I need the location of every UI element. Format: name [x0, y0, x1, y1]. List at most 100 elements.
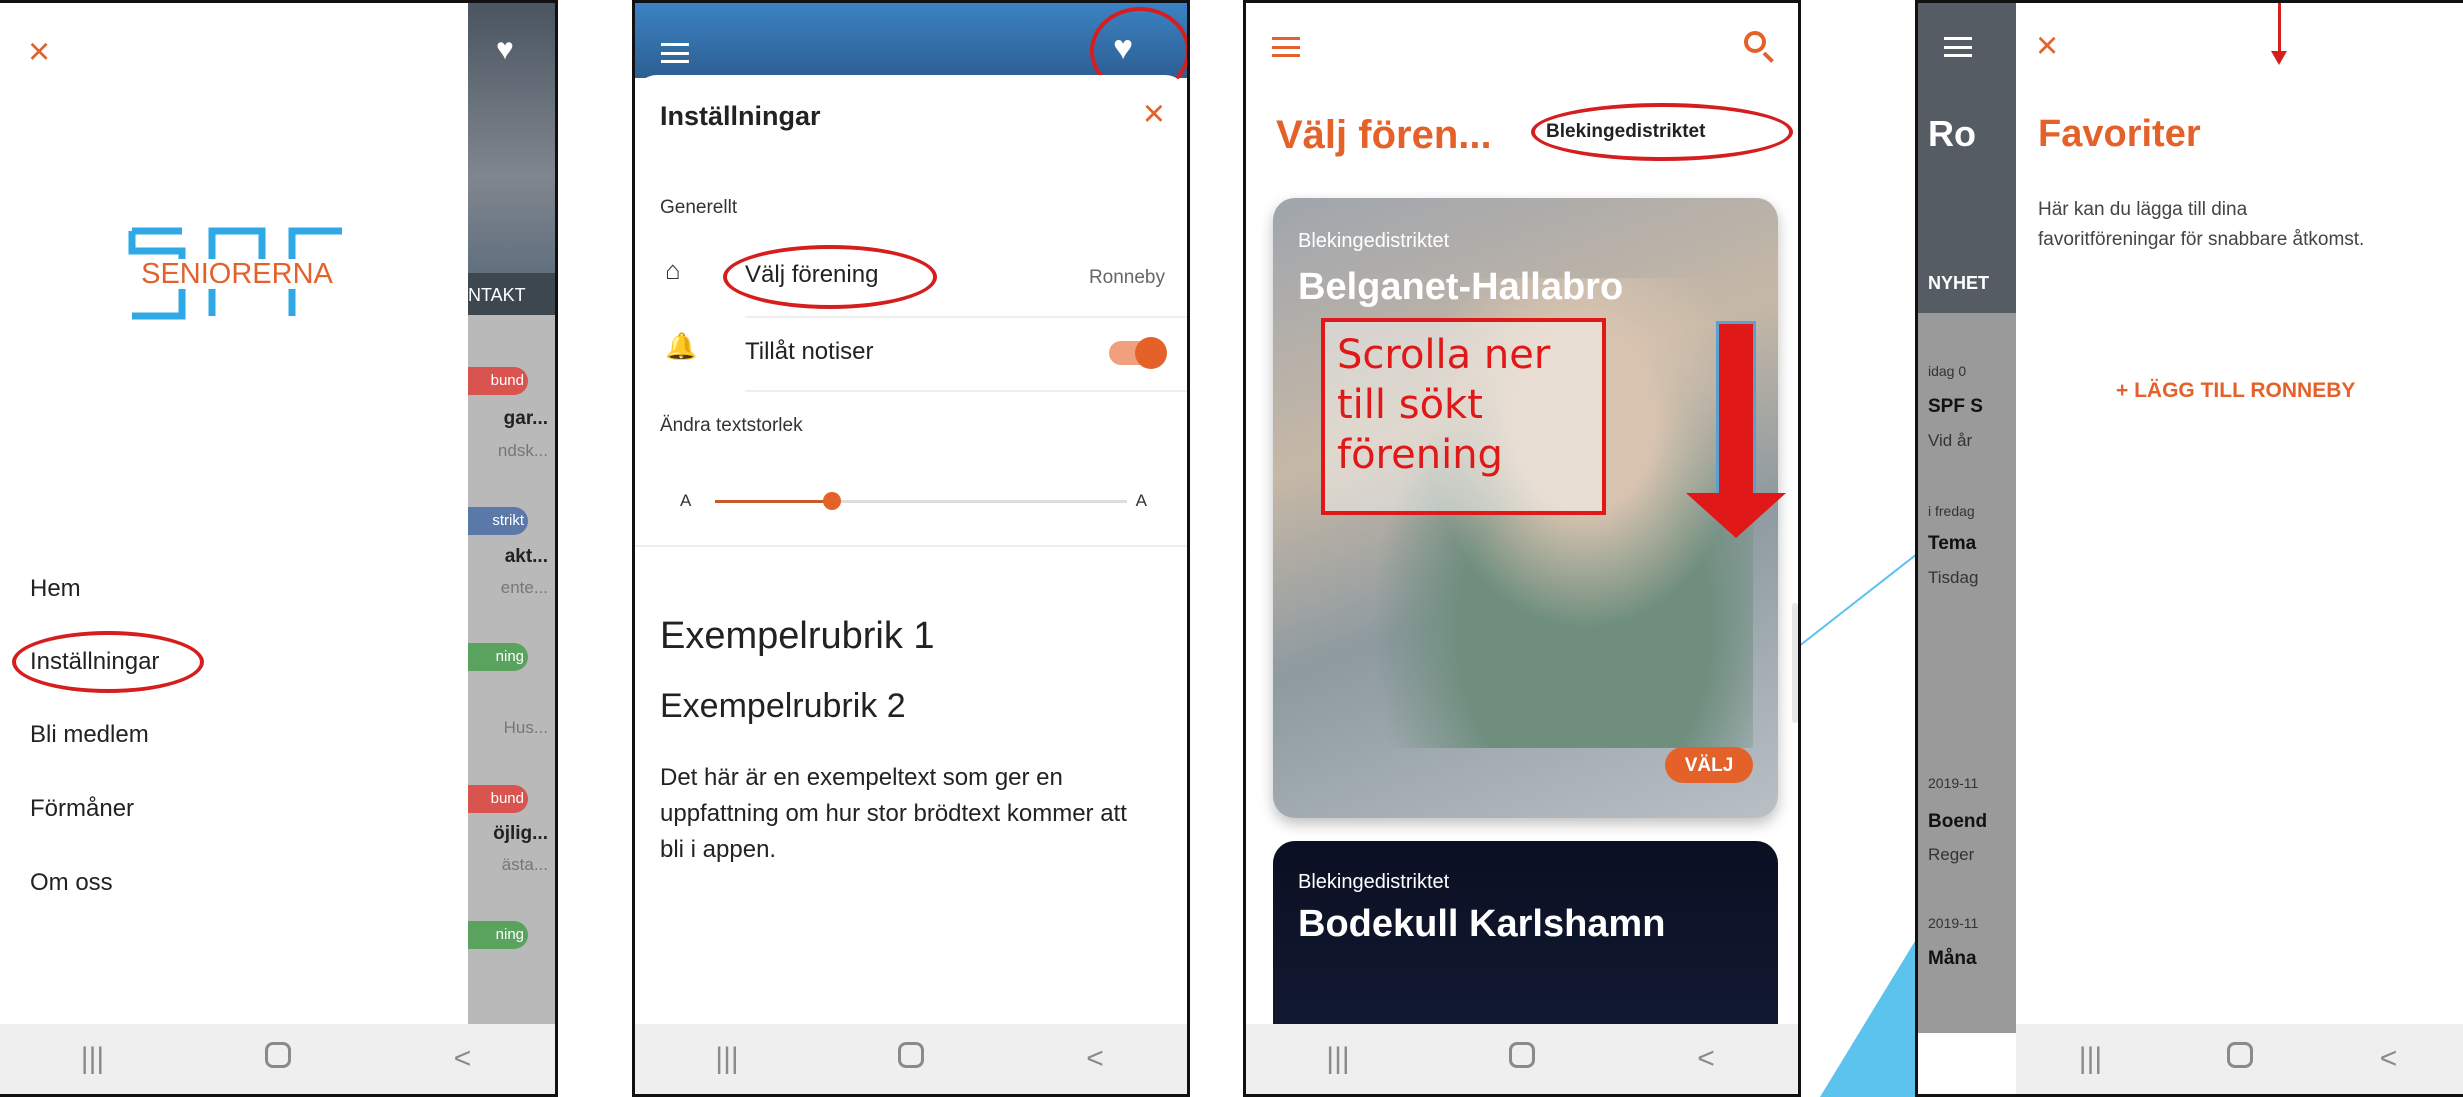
home-button[interactable] — [248, 1042, 308, 1076]
slider-max-label: A — [1135, 491, 1147, 510]
textsize-slider-fill — [715, 500, 833, 503]
menu-item-membership[interactable]: Bli medlem — [30, 721, 149, 749]
annotation-circle — [1531, 103, 1793, 161]
news-date: 2019-11 — [1928, 915, 1979, 931]
card-district: Blekingedistriktet — [1298, 230, 1450, 252]
news-date: i fredag — [1928, 503, 1975, 519]
chip: strikt — [468, 507, 528, 535]
select-button[interactable]: VÄLJ — [1665, 747, 1753, 783]
slider-min-label: A — [680, 491, 692, 510]
menu-icon — [1944, 37, 1972, 57]
chip: ning — [468, 643, 528, 671]
annotation-line: förening — [1337, 432, 1503, 478]
section-general: Generellt — [660, 197, 738, 218]
annotation-arrow — [2278, 3, 2281, 53]
menu-icon[interactable] — [661, 43, 689, 63]
screen-side-menu: ♥ NTAKT bund gar... ndsk... strikt akt..… — [0, 0, 558, 1097]
favorites-description: Här kan du lägga till dina favoritföreni… — [2038, 199, 2365, 250]
home-icon: ⌂ — [665, 255, 681, 285]
home-button[interactable] — [2210, 1042, 2270, 1076]
card-title: Belganet-Hallabro — [1298, 266, 1624, 308]
system-navbar: ||| < — [1246, 1024, 1798, 1094]
close-icon[interactable]: × — [2036, 25, 2058, 68]
favorites-title: Favoriter — [2038, 113, 2201, 155]
recent-apps-button[interactable]: ||| — [697, 1042, 757, 1076]
news-date: idag 0 — [1928, 363, 1967, 379]
back-button[interactable]: < — [1065, 1042, 1125, 1076]
annotation-circle — [723, 245, 937, 309]
selected-association: Ronneby — [1088, 267, 1165, 288]
menu-icon[interactable] — [1272, 37, 1300, 57]
annotation-box: Scrolla ner till sökt förening — [1321, 318, 1606, 515]
card-district: Blekingedistriktet — [1298, 871, 1450, 893]
add-favorite-button[interactable]: + LÄGG TILL RONNEBY — [2116, 379, 2355, 403]
textsize-slider-handle[interactable] — [823, 492, 842, 510]
association-card[interactable]: Blekingedistriktet Bodekull Karlshamn — [1273, 841, 1778, 1041]
settings-sheet: Inställningar × Generellt ⌂ Välj förenin… — [635, 75, 1187, 1094]
annotation-arrow-head — [2271, 51, 2287, 65]
back-button[interactable]: < — [433, 1042, 493, 1076]
menu-item-benefits[interactable]: Förmåner — [30, 795, 134, 823]
heart-icon: ♥ — [496, 33, 514, 66]
logo-text: SENIORERNA — [141, 258, 333, 290]
close-icon[interactable]: × — [1143, 93, 1165, 136]
snippet: ndsk... — [497, 441, 548, 460]
menu-item-about[interactable]: Om oss — [30, 869, 113, 897]
background-tab: NTAKT — [468, 273, 555, 315]
scrollbar[interactable] — [1792, 603, 1798, 723]
spf-logo: SENIORERNA — [122, 227, 352, 320]
example-heading-1: Exempelrubrik 1 — [660, 615, 935, 657]
back-button[interactable]: < — [1676, 1042, 1736, 1076]
search-icon[interactable] — [1744, 31, 1766, 53]
news-title: Tema — [1928, 533, 1977, 554]
home-button[interactable] — [881, 1042, 941, 1076]
news-title: Boend — [1928, 811, 1988, 832]
news-snippet: Reger — [1928, 845, 1975, 864]
news-date: 2019-11 — [1928, 775, 1979, 791]
snippet: öjlig... — [493, 823, 548, 844]
screen-select-association: Välj fören... Blekingedistriktet Bleking… — [1243, 0, 1801, 1097]
screen-settings: ♥ Inställningar × Generellt ⌂ Välj fören… — [632, 0, 1190, 1097]
chip: bund — [468, 367, 528, 395]
snippet: ente... — [500, 578, 548, 597]
home-button[interactable] — [1492, 1042, 1552, 1076]
background-app: ♥ NTAKT bund gar... ndsk... strikt akt..… — [468, 3, 555, 1033]
recent-apps-button[interactable]: ||| — [63, 1042, 123, 1076]
background-app: Ro NYHET idag 0 SPF S Vid år i fredag Te… — [1918, 3, 2016, 1033]
settings-title: Inställningar — [660, 101, 821, 131]
recent-apps-button[interactable]: ||| — [1308, 1042, 1368, 1076]
snippet: akt... — [504, 546, 548, 567]
snippet: gar... — [503, 408, 548, 429]
recent-apps-button[interactable]: ||| — [2061, 1042, 2121, 1076]
example-heading-2: Exempelrubrik 2 — [660, 687, 906, 725]
menu-item-home[interactable]: Hem — [30, 575, 81, 603]
system-navbar: ||| < — [2016, 1024, 2463, 1094]
back-button[interactable]: < — [2359, 1042, 2419, 1076]
system-navbar: ||| < — [635, 1024, 1187, 1094]
section-textsize: Ändra textstorlek — [660, 415, 803, 436]
chip: ning — [468, 921, 528, 949]
snippet: Hus... — [503, 718, 548, 737]
example-body-text: Det här är en exempeltext som ger en upp… — [660, 764, 1127, 863]
divider — [745, 390, 1187, 392]
screen-favorites: Ro NYHET idag 0 SPF S Vid år i fredag Te… — [1915, 0, 2463, 1097]
divider — [635, 545, 1187, 547]
news-title: Måna — [1928, 948, 1977, 969]
chip: bund — [468, 785, 528, 813]
news-snippet: Tisdag — [1928, 568, 1979, 587]
snippet: ästa... — [501, 855, 548, 874]
notifications-toggle[interactable] — [1109, 337, 1167, 369]
news-snippet: Vid år — [1928, 431, 1973, 450]
annotation-line: till sökt — [1337, 382, 1483, 428]
annotation-circle — [12, 631, 204, 693]
page-title: Välj fören... — [1276, 113, 1492, 157]
annotation-arrow — [1716, 321, 1756, 501]
favorites-panel: × Favoriter Här kan du lägga till dina f… — [2016, 3, 2463, 1094]
card-title: Bodekull Karlshamn — [1298, 903, 1666, 945]
bell-icon: 🔔 — [665, 331, 698, 361]
system-navbar: ||| < — [0, 1024, 555, 1094]
close-icon[interactable]: × — [28, 31, 50, 74]
background-title: Ro — [1928, 113, 1976, 154]
divider — [745, 316, 1187, 318]
notifications-label: Tillåt notiser — [745, 338, 874, 365]
